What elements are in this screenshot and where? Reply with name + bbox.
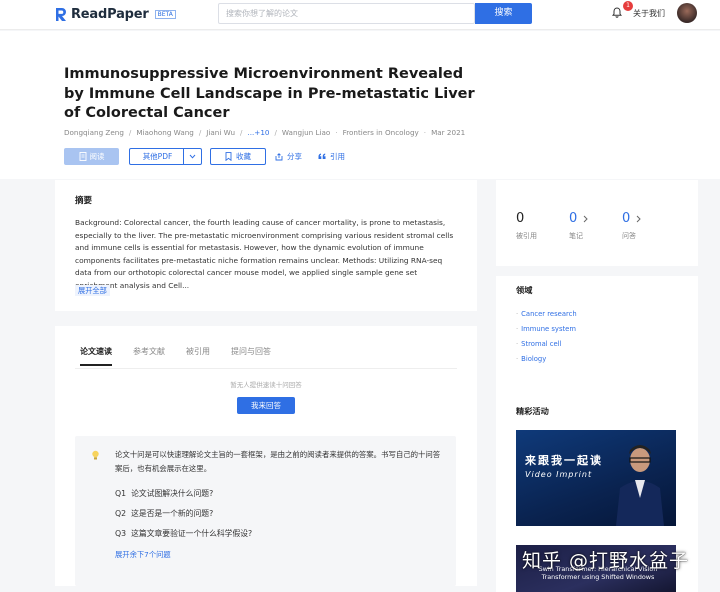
stats-row: 0 被引用 0 笔记 0 问答 — [516, 211, 675, 241]
stat-label: 笔记 — [569, 232, 583, 240]
logo-text: ReadPaper — [71, 7, 149, 22]
tab-references[interactable]: 参考文献 — [133, 346, 165, 366]
quote-icon — [318, 153, 326, 159]
activity-banner[interactable]: 来跟我一起读 Video Imprint — [516, 430, 676, 526]
stat-value: 0 — [622, 211, 675, 226]
field-tag[interactable]: · Biology — [516, 355, 546, 363]
beta-badge: BETA — [154, 10, 176, 19]
tab-bar: 论文速读 参考文献 被引用 提问与回答 — [80, 346, 292, 366]
search-button[interactable]: 搜索 — [475, 3, 532, 24]
cite-button[interactable]: 引用 — [318, 151, 345, 162]
author-name[interactable]: Dongqiang Zeng — [64, 128, 124, 137]
sidebar-card: 0 被引用 0 笔记 0 问答 领域 · Cancer research · Imm… — [496, 180, 698, 592]
share-label: 分享 — [287, 152, 302, 161]
readpaper-logo-icon — [56, 8, 66, 21]
sidebar-divider — [496, 266, 698, 276]
abstract-text: Background: Colorectal cancer, the fourt… — [75, 218, 454, 290]
bookmark-icon — [225, 152, 232, 161]
stat-qa[interactable]: 0 问答 — [622, 211, 675, 241]
share-icon — [275, 152, 283, 160]
lightbulb-icon — [92, 450, 99, 460]
share-button[interactable]: 分享 — [275, 151, 302, 162]
tab-qa[interactable]: 提问与回答 — [231, 346, 271, 366]
other-pdf-label: 其他PDF — [142, 152, 173, 161]
tab-quick-read[interactable]: 论文速读 — [80, 346, 112, 366]
tab-cited-by[interactable]: 被引用 — [186, 346, 210, 366]
paper-title: Immunosuppressive Microenvironment Revea… — [64, 66, 475, 121]
other-pdf-dropdown[interactable]: 其他PDF — [129, 148, 202, 165]
chevron-right-icon — [636, 215, 641, 222]
field-tag[interactable]: · Stromal cell — [516, 340, 562, 348]
paper-header: Immunosuppressive Microenvironment Revea… — [0, 31, 720, 179]
answer-button[interactable]: 我来回答 — [237, 397, 295, 414]
paper-tabs-card: 论文速读 参考文献 被引用 提问与回答 暂无人提供速读十问回答 我来回答 论文十… — [55, 326, 477, 586]
question-item: Q2 这是否是一个新的问题? — [115, 509, 214, 518]
read-button[interactable]: 阅读 — [64, 148, 119, 165]
author-line: Dongqiang Zeng / Miaohong Wang / Jiani Wu /..… — [64, 128, 466, 137]
question-item: Q3 这篇文章要验证一个什么科学假设? — [115, 529, 253, 538]
abstract-card: 摘要 Background: Colorectal cancer, the fo… — [55, 180, 477, 311]
watermark-text: 知乎 @打野水盆子 — [522, 550, 690, 572]
abstract-heading: 摘要 — [75, 196, 93, 206]
stat-notes[interactable]: 0 笔记 — [569, 211, 622, 241]
cite-label: 引用 — [330, 152, 345, 161]
banner-title: 来跟我一起读 — [525, 454, 603, 467]
more-authors-link[interactable]: ...+10 — [247, 128, 269, 137]
banner-subtitle: Video Imprint — [525, 470, 593, 479]
stat-cited: 0 被引用 — [516, 211, 569, 241]
expand-questions-link[interactable]: 展开余下7个问题 — [115, 550, 171, 560]
stat-label: 问答 — [622, 232, 636, 240]
search-input[interactable]: 搜索你想了解的论文 — [218, 3, 475, 24]
activities-heading: 精彩活动 — [516, 406, 549, 416]
presenter-photo — [616, 445, 664, 526]
ten-questions-box: 论文十问是可以快速理解论文主旨的一套框架，是由之前的阅读者来提供的答案。书写自己… — [75, 436, 456, 586]
expand-abstract-button[interactable]: 展开全部 — [75, 285, 110, 296]
journal-name[interactable]: Frontiers in Oncology — [343, 128, 419, 137]
action-bar: 阅读 其他PDF 收藏 分享 引用 — [64, 148, 345, 165]
favorite-label: 收藏 — [236, 152, 251, 161]
tab-divider — [75, 368, 457, 369]
chevron-down-icon[interactable] — [183, 149, 201, 164]
chevron-right-icon — [583, 215, 588, 222]
field-tag[interactable]: · Cancer research — [516, 310, 577, 318]
author-name[interactable]: Jiani Wu — [206, 128, 235, 137]
author-name[interactable]: Miaohong Wang — [136, 128, 194, 137]
document-icon — [79, 152, 86, 161]
top-navbar: ReadPaper BETA 搜索你想了解的论文 搜索 1 关于我们 — [0, 0, 720, 30]
notification-badge: 1 — [623, 1, 633, 11]
ten-questions-intro: 论文十问是可以快速理解论文主旨的一套框架，是由之前的阅读者来提供的答案。书写自己… — [115, 450, 441, 473]
empty-hint: 暂无人提供速读十问回答 — [230, 381, 302, 389]
question-item: Q1 论文试图解决什么问题? — [115, 489, 214, 498]
read-button-label: 阅读 — [89, 152, 105, 161]
user-avatar[interactable] — [677, 3, 697, 23]
field-tag[interactable]: · Immune system — [516, 325, 576, 333]
stat-value: 0 — [569, 211, 622, 226]
logo[interactable]: ReadPaper BETA — [54, 7, 176, 22]
about-link[interactable]: 关于我们 — [633, 8, 665, 19]
stat-label: 被引用 — [516, 232, 537, 240]
author-name[interactable]: Wangjun Liao — [282, 128, 330, 137]
fields-heading: 领域 — [516, 285, 533, 295]
publish-date: Mar 2021 — [431, 128, 466, 137]
bell-icon[interactable] — [612, 7, 622, 18]
favorite-button[interactable]: 收藏 — [210, 148, 266, 165]
stat-value: 0 — [516, 211, 525, 226]
